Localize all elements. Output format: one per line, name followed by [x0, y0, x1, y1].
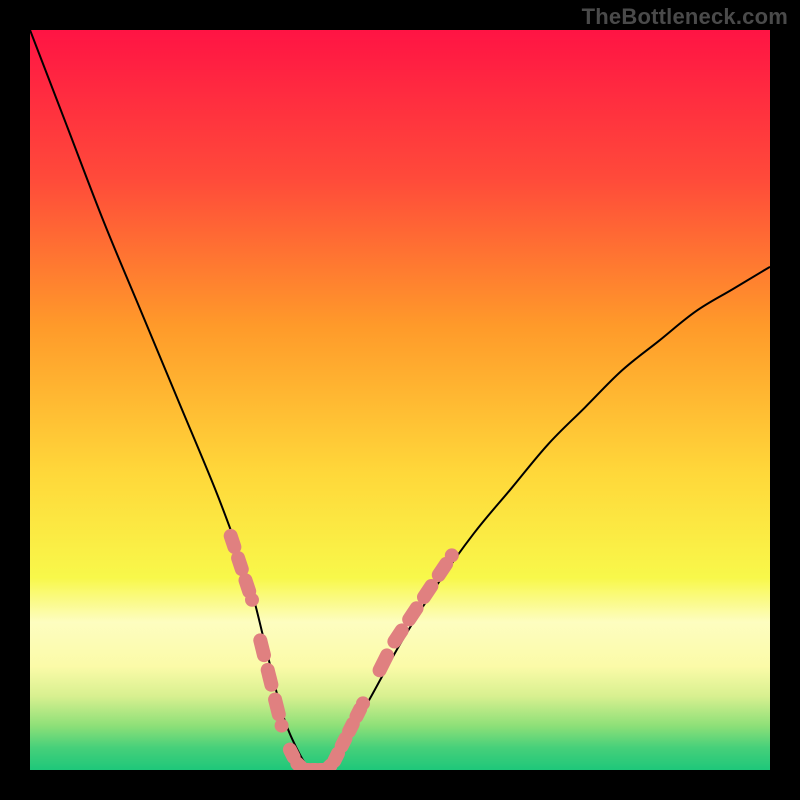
- highlight-left-upper-end: [245, 593, 259, 607]
- chart-svg: [30, 30, 770, 770]
- gradient-background: [30, 30, 770, 770]
- highlight-valley-seg: [334, 753, 338, 760]
- highlight-right-seg: [424, 586, 431, 597]
- highlight-right-seg: [439, 564, 446, 575]
- highlight-valley-seg: [356, 709, 360, 716]
- highlight-left-lower-seg: [275, 700, 279, 715]
- highlight-left-lower-end: [275, 719, 289, 733]
- highlight-right-seg: [409, 608, 416, 619]
- highlight-left-upper-seg: [231, 536, 235, 547]
- highlight-valley-end: [356, 696, 370, 710]
- highlight-right-end: [445, 548, 459, 562]
- highlight-valley-seg: [342, 739, 346, 746]
- highlight-valley-seg: [290, 750, 294, 757]
- highlight-left-upper-seg: [245, 580, 249, 591]
- highlight-valley-seg: [349, 724, 353, 731]
- chart-frame: TheBottleneck.com: [0, 0, 800, 800]
- highlight-right-seg: [394, 630, 401, 641]
- highlight-right-seg: [380, 655, 387, 670]
- highlight-left-upper-seg: [238, 558, 242, 569]
- highlight-left-lower-seg: [268, 670, 272, 685]
- highlight-left-lower-seg: [260, 640, 264, 655]
- watermark-label: TheBottleneck.com: [582, 4, 788, 30]
- plot-area: [30, 30, 770, 770]
